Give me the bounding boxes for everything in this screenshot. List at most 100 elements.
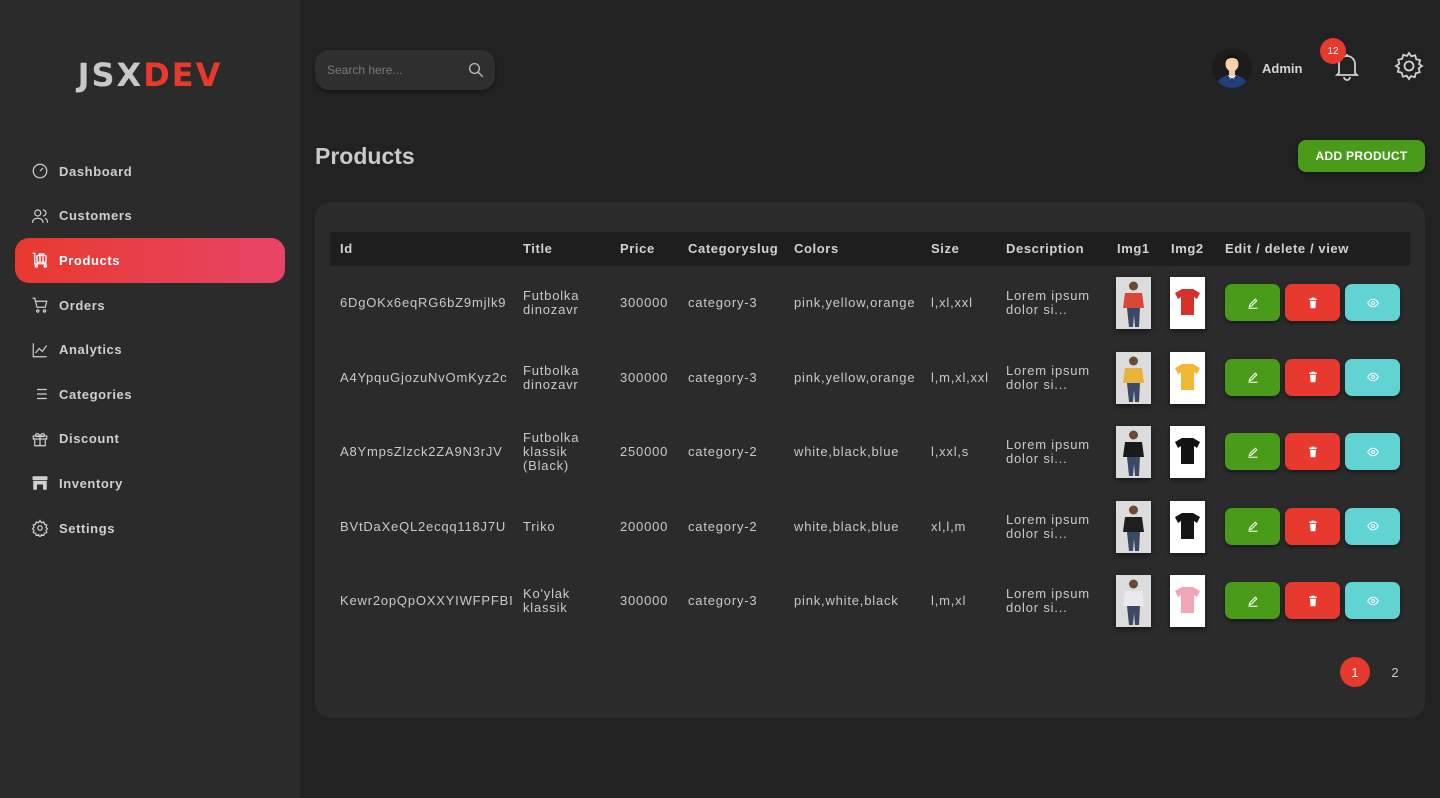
column-header-title[interactable]: Title — [523, 232, 553, 266]
cell-price: 300000 — [620, 369, 669, 385]
table-row: A4YpquGjozuNvOmKyz2c Futbolka dinozavr 300… — [330, 341, 1410, 416]
sidebar-nav: Dashboard Customers Products Orders Anal… — [15, 149, 285, 550]
product-image-1[interactable] — [1116, 500, 1151, 553]
cell-description: Lorem ipsum dolor si... — [1006, 266, 1102, 341]
sidebar-item-products[interactable]: Products — [15, 238, 285, 283]
search-input[interactable] — [327, 63, 467, 77]
delete-button[interactable] — [1285, 284, 1340, 321]
brand-logo[interactable]: JSXDEV — [0, 56, 300, 94]
column-header-categoryslug[interactable]: Categoryslug — [688, 232, 778, 266]
cell-size: l,xl,xxl — [931, 295, 973, 311]
sidebar-item-label: Dashboard — [59, 163, 133, 179]
edit-button[interactable] — [1225, 358, 1280, 396]
cell-title-text: Futbolka dinozavr — [523, 288, 580, 318]
column-header-img2: Img2 — [1171, 241, 1204, 256]
product-image-1[interactable] — [1116, 575, 1151, 627]
view-button[interactable] — [1345, 358, 1400, 396]
cell-category: category-3 — [688, 295, 758, 311]
eye-icon — [1366, 520, 1379, 532]
edit-button[interactable] — [1225, 284, 1280, 321]
pencil-icon — [1247, 446, 1259, 458]
luggage-cart-icon — [31, 251, 49, 269]
sidebar-item-analytics[interactable]: Analytics — [15, 327, 285, 372]
edit-button[interactable] — [1225, 433, 1280, 470]
pencil-icon — [1247, 520, 1259, 532]
pagination-page-1[interactable]: 1 — [1340, 657, 1370, 687]
cell-id: BVtDaXeQL2ecqq118J7U — [340, 518, 507, 534]
cell-size: xl,l,m — [931, 518, 967, 534]
product-image-1[interactable] — [1116, 277, 1151, 329]
cell-title-text: Futbolka dinozavr — [523, 362, 580, 392]
product-image-1[interactable] — [1116, 351, 1151, 404]
sidebar-item-discount[interactable]: Discount — [15, 417, 285, 462]
view-button[interactable] — [1345, 284, 1400, 321]
column-header-colors[interactable]: Colors — [794, 232, 839, 266]
column-header-description[interactable]: Description — [1006, 232, 1084, 266]
add-product-button[interactable]: ADD PRODUCT — [1298, 140, 1425, 172]
view-button[interactable] — [1345, 507, 1400, 545]
product-image-2[interactable] — [1170, 351, 1205, 404]
delete-button[interactable] — [1285, 433, 1340, 470]
product-image-2[interactable] — [1170, 500, 1205, 553]
sidebar-item-dashboard[interactable]: Dashboard — [15, 149, 285, 194]
gear-icon — [1394, 51, 1424, 81]
product-image-1[interactable] — [1116, 426, 1151, 478]
eye-icon — [1366, 446, 1379, 458]
cell-id: A8YmpsZlzck2ZA9N3rJV — [340, 444, 503, 460]
delete-button[interactable] — [1285, 507, 1340, 545]
cell-category: category-2 — [688, 518, 758, 534]
column-header-id[interactable]: Id — [340, 232, 353, 266]
avatar[interactable] — [1212, 48, 1252, 88]
sidebar-item-settings[interactable]: Settings — [15, 506, 285, 551]
sidebar-item-label: Categories — [59, 386, 133, 402]
product-image-2[interactable] — [1170, 277, 1205, 329]
pagination-page-2[interactable]: 2 — [1380, 657, 1410, 687]
cell-category: category-3 — [688, 593, 758, 609]
user-name[interactable]: Admin — [1262, 61, 1302, 76]
settings-button[interactable] — [1393, 50, 1425, 82]
brand-part2: DEV — [143, 56, 223, 94]
cell-price: 300000 — [620, 593, 669, 609]
sidebar-item-categories[interactable]: Categories — [15, 372, 285, 417]
cell-title: Ko'ylak klassik — [523, 564, 595, 639]
cell-description-text: Lorem ipsum dolor si... — [1006, 288, 1090, 318]
sidebar-item-label: Inventory — [59, 475, 123, 491]
cell-description: Lorem ipsum dolor si... — [1006, 490, 1102, 565]
cell-description: Lorem ipsum dolor si... — [1006, 415, 1102, 490]
product-image-2[interactable] — [1170, 575, 1205, 627]
view-button[interactable] — [1345, 582, 1400, 619]
cell-colors: pink,yellow,orange — [794, 295, 916, 311]
table-row: 6DgOKx6eqRG6bZ9mjlk9 Futbolka dinozavr 300… — [330, 266, 1410, 341]
cell-colors: white,black,blue — [794, 518, 900, 534]
delete-button[interactable] — [1285, 358, 1340, 396]
view-button[interactable] — [1345, 433, 1400, 470]
cell-category: category-3 — [688, 369, 758, 385]
sidebar-item-orders[interactable]: Orders — [15, 283, 285, 328]
column-header-actions: Edit / delete / view — [1225, 241, 1349, 256]
table-row: Kewr2opQpOXXYIWFPFBI Ko'ylak klassik 30000… — [330, 564, 1410, 639]
line-chart-icon — [31, 341, 49, 359]
gift-icon — [31, 430, 49, 448]
cell-description-text: Lorem ipsum dolor si... — [1006, 437, 1090, 467]
gear-icon — [31, 519, 49, 538]
product-image-2[interactable] — [1170, 426, 1205, 478]
sidebar-item-inventory[interactable]: Inventory — [15, 461, 285, 506]
cell-size: l,m,xl — [931, 593, 967, 609]
trash-icon — [1307, 446, 1319, 458]
cell-description: Lorem ipsum dolor si... — [1006, 564, 1102, 639]
column-header-price[interactable]: Price — [620, 232, 655, 266]
edit-button[interactable] — [1225, 507, 1280, 545]
users-icon — [31, 207, 49, 225]
column-header-img1: Img1 — [1117, 241, 1150, 256]
cell-id: A4YpquGjozuNvOmKyz2c — [340, 369, 508, 385]
trash-icon — [1307, 297, 1319, 309]
search-icon[interactable] — [467, 61, 485, 79]
sidebar-item-label: Orders — [59, 297, 106, 313]
cell-price: 200000 — [620, 518, 669, 534]
cell-id: 6DgOKx6eqRG6bZ9mjlk9 — [340, 295, 507, 311]
column-header-size[interactable]: Size — [931, 232, 959, 266]
delete-button[interactable] — [1285, 582, 1340, 619]
cell-title-text: Triko — [523, 518, 556, 534]
sidebar-item-customers[interactable]: Customers — [15, 194, 285, 239]
edit-button[interactable] — [1225, 582, 1280, 619]
